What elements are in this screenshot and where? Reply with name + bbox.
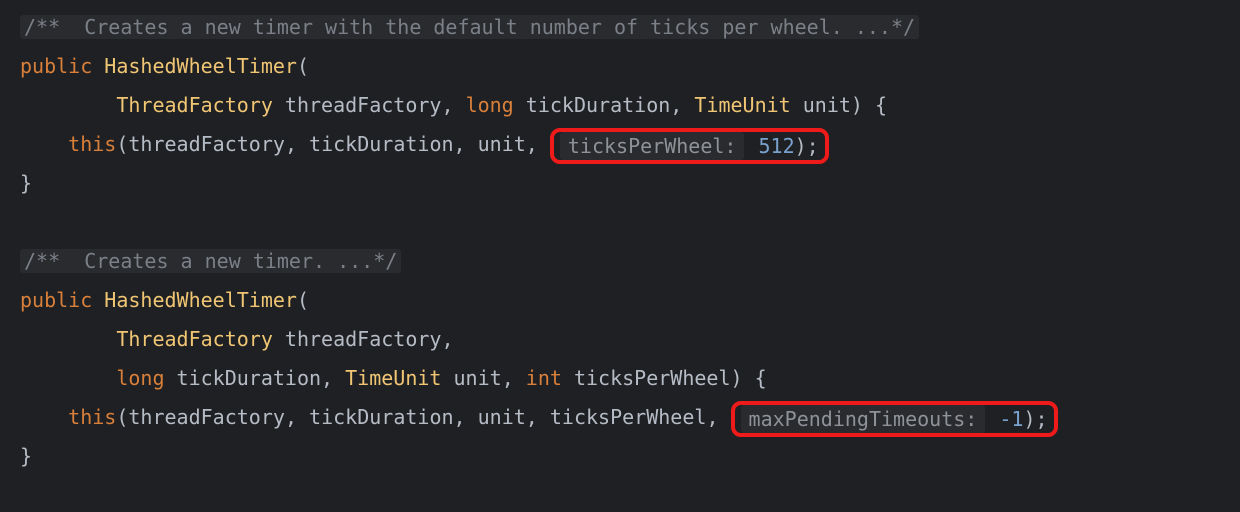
parameter-hint-label: ticksPerWheel:: [560, 132, 745, 160]
punct-space: [791, 93, 803, 117]
parameter-hint-label: maxPendingTimeouts:: [741, 405, 986, 433]
code-line: long tickDuration, TimeUnit unit, int ti…: [20, 359, 1220, 398]
javadoc-comment: /** Creates a new timer with the default…: [20, 15, 919, 39]
param-tickduration: tickDuration: [526, 93, 671, 117]
punct-comma: ,: [670, 93, 694, 117]
code-line: public HashedWheelTimer(: [20, 47, 1220, 86]
code-line: this(threadFactory, tickDuration, unit, …: [20, 398, 1220, 437]
code-line: }: [20, 437, 1220, 476]
punct-comma: ,: [441, 327, 453, 351]
arg1: threadFactory: [128, 132, 285, 156]
javadoc-comment: /** Creates a new timer. ...*/: [20, 249, 401, 273]
parameter-hint-value: -1: [999, 407, 1023, 431]
indent: [20, 327, 116, 351]
code-line: }: [20, 164, 1220, 203]
param-threadfactory: threadFactory: [285, 93, 442, 117]
punct-open-paren: (: [297, 54, 309, 78]
brace-close: }: [20, 444, 32, 468]
keyword-long: long: [466, 93, 514, 117]
parameter-hint-highlight: ticksPerWheel: 512);: [550, 128, 829, 164]
punct-comma: ,: [321, 366, 345, 390]
arg2: tickDuration: [309, 132, 454, 156]
punct-comma: ,: [441, 93, 465, 117]
code-line: ThreadFactory threadFactory, long tickDu…: [20, 86, 1220, 125]
punct-open-paren: (: [116, 132, 128, 156]
keyword-this: this: [68, 132, 116, 156]
blank-line: [20, 203, 1220, 242]
punct-comma: ,: [526, 405, 550, 429]
punct-space: [987, 407, 999, 431]
call-close: );: [1023, 407, 1047, 431]
punct-comma: ,: [706, 405, 730, 429]
keyword-public: public: [20, 288, 92, 312]
call-close: );: [795, 134, 819, 158]
punct-close-sig: ) {: [851, 93, 887, 117]
indent: [20, 93, 116, 117]
indent: [20, 366, 116, 390]
param-threadfactory: threadFactory: [285, 327, 442, 351]
code-editor[interactable]: /** Creates a new timer with the default…: [0, 0, 1240, 484]
code-line: public HashedWheelTimer(: [20, 281, 1220, 320]
indent: [20, 405, 68, 429]
keyword-long: long: [116, 366, 164, 390]
punct-space: [746, 134, 758, 158]
arg2: tickDuration: [309, 405, 454, 429]
brace-close: }: [20, 171, 32, 195]
type-threadfactory: ThreadFactory: [116, 327, 273, 351]
code-line: this(threadFactory, tickDuration, unit, …: [20, 125, 1220, 164]
type-threadfactory: ThreadFactory: [116, 93, 273, 117]
punct-close-sig: ) {: [731, 366, 767, 390]
code-line: /** Creates a new timer. ...*/: [20, 242, 1220, 281]
punct-comma: ,: [285, 132, 309, 156]
type-timeunit: TimeUnit: [694, 93, 790, 117]
param-tickduration: tickDuration: [177, 366, 322, 390]
arg1: threadFactory: [128, 405, 285, 429]
punct-space: [514, 93, 526, 117]
keyword-public: public: [20, 54, 92, 78]
keyword-this: this: [68, 405, 116, 429]
keyword-int: int: [526, 366, 562, 390]
type-timeunit: TimeUnit: [345, 366, 441, 390]
punct-space: [92, 54, 104, 78]
parameter-hint-value: 512: [759, 134, 795, 158]
punct-comma: ,: [454, 132, 478, 156]
punct-open-paren: (: [297, 288, 309, 312]
punct-comma: ,: [526, 132, 550, 156]
punct-space: [273, 93, 285, 117]
punct-comma: ,: [502, 366, 526, 390]
arg3: unit: [478, 132, 526, 156]
method-name: HashedWheelTimer: [104, 54, 297, 78]
code-line: ThreadFactory threadFactory,: [20, 320, 1220, 359]
punct-comma: ,: [454, 405, 478, 429]
punct-space: [273, 327, 285, 351]
punct-open-paren: (: [116, 405, 128, 429]
code-line: /** Creates a new timer with the default…: [20, 8, 1220, 47]
arg3: unit: [478, 405, 526, 429]
parameter-hint-highlight: maxPendingTimeouts: -1);: [731, 401, 1058, 437]
param-unit: unit: [454, 366, 502, 390]
param-unit: unit: [803, 93, 851, 117]
punct-space: [165, 366, 177, 390]
param-tickswheel: ticksPerWheel: [574, 366, 731, 390]
indent: [20, 132, 68, 156]
method-name: HashedWheelTimer: [104, 288, 297, 312]
punct-comma: ,: [285, 405, 309, 429]
punct-space: [441, 366, 453, 390]
punct-space: [562, 366, 574, 390]
punct-space: [92, 288, 104, 312]
arg4: ticksPerWheel: [550, 405, 707, 429]
